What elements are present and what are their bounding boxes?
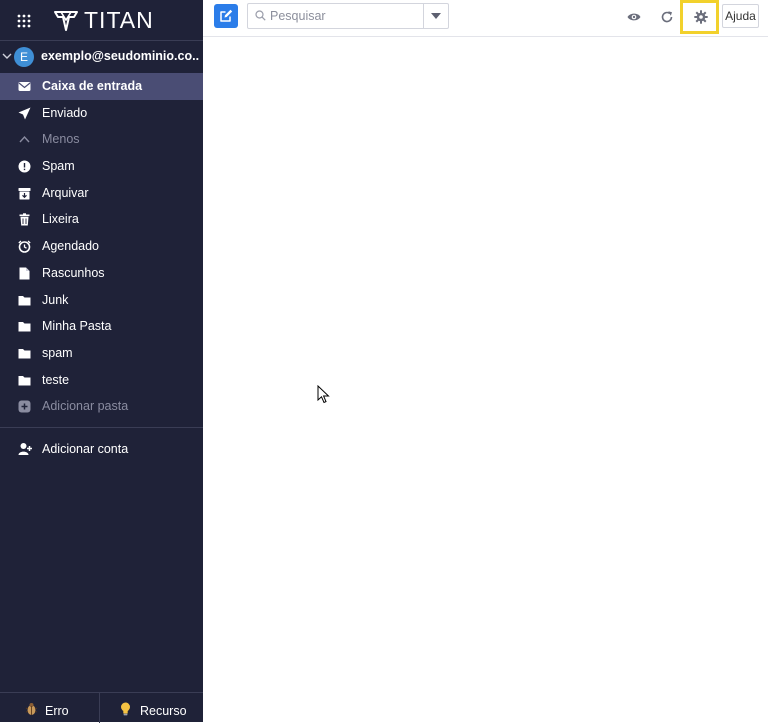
- divider: [0, 40, 203, 41]
- trash-icon: [19, 213, 30, 226]
- avatar: E: [14, 47, 34, 67]
- chevron-up-icon: [19, 136, 30, 143]
- alert-circle-icon: [18, 160, 31, 173]
- folder-archive[interactable]: Arquivar: [0, 180, 203, 207]
- add-folder-icon: [18, 400, 31, 413]
- folder-label: Rascunhos: [42, 265, 105, 280]
- refresh-icon[interactable]: [660, 10, 674, 24]
- send-icon: [18, 107, 31, 120]
- folder-label: spam: [42, 345, 73, 360]
- folder-label: Menos: [42, 132, 80, 147]
- folder-label: teste: [42, 372, 70, 387]
- folder-label: Junk: [42, 292, 69, 307]
- folder-toggle-less[interactable]: Menos: [0, 126, 203, 153]
- folder-label: Enviado: [42, 105, 88, 120]
- folder-icon: [18, 295, 31, 305]
- compose-button[interactable]: [214, 4, 238, 28]
- lightbulb-icon: [121, 702, 130, 716]
- mail-content-area: [203, 37, 768, 722]
- folder-scheduled[interactable]: Agendado: [0, 233, 203, 260]
- report-bug-button[interactable]: Erro: [0, 693, 100, 723]
- folder-icon: [18, 322, 31, 332]
- folder-label: Lixeira: [42, 212, 79, 227]
- add-user-icon: [18, 443, 32, 455]
- feature-request-button[interactable]: Recurso: [100, 693, 203, 723]
- folder-label: Arquivar: [42, 185, 89, 200]
- search-box: [247, 3, 449, 29]
- sidebar-footer: Erro Recurso: [0, 692, 203, 723]
- folder-icon: [18, 348, 31, 359]
- folder-label: Caixa de entrada: [42, 79, 143, 93]
- help-button[interactable]: Ajuda: [722, 4, 759, 28]
- clock-icon: [18, 240, 31, 253]
- draft-icon: [19, 267, 30, 280]
- bug-icon: [25, 703, 38, 715]
- account-switcher[interactable]: E exemplo@seudominio.co...: [0, 45, 203, 69]
- folder-icon: [18, 375, 31, 386]
- compose-icon: [220, 9, 233, 22]
- gear-icon[interactable]: [694, 10, 708, 24]
- sidebar: TITAN E exemplo@seudominio.co... Caixa d…: [0, 0, 203, 723]
- folder-inbox[interactable]: Caixa de entrada: [0, 73, 203, 100]
- mouse-cursor-icon: [317, 385, 330, 404]
- add-account-button[interactable]: Adicionar conta: [0, 436, 203, 462]
- folder-label: Spam: [42, 159, 75, 174]
- titan-logo-icon: [54, 11, 78, 31]
- chevron-down-icon[interactable]: [431, 13, 441, 19]
- account-email: exemplo@seudominio.co...: [41, 49, 199, 63]
- brand-header: TITAN: [0, 0, 203, 40]
- feature-request-label: Recurso: [140, 704, 187, 718]
- search-icon: [255, 10, 266, 21]
- folder-trash[interactable]: Lixeira: [0, 206, 203, 233]
- folder-teste[interactable]: teste: [0, 367, 203, 394]
- divider: [0, 427, 203, 428]
- search-input[interactable]: [268, 6, 422, 26]
- archive-icon: [18, 187, 31, 200]
- folder-label: Minha Pasta: [42, 319, 112, 334]
- brand-logo-text: TITAN: [84, 7, 154, 33]
- inbox-icon: [18, 82, 31, 91]
- app-grid-icon[interactable]: [17, 14, 31, 28]
- folder-sent[interactable]: Enviado: [0, 100, 203, 127]
- folder-list: Caixa de entrada Enviado Menos Spam Arqu…: [0, 73, 203, 420]
- search-divider: [423, 4, 424, 28]
- top-toolbar: Ajuda: [203, 0, 768, 37]
- folder-minha-pasta[interactable]: Minha Pasta: [0, 313, 203, 340]
- add-account-label: Adicionar conta: [42, 442, 129, 456]
- folder-label: Agendado: [42, 239, 100, 254]
- report-bug-label: Erro: [45, 704, 69, 718]
- add-folder-button[interactable]: Adicionar pasta: [0, 393, 203, 420]
- folder-spam[interactable]: Spam: [0, 153, 203, 180]
- folder-junk[interactable]: Junk: [0, 287, 203, 314]
- folder-drafts[interactable]: Rascunhos: [0, 260, 203, 287]
- folder-spam-custom[interactable]: spam: [0, 340, 203, 367]
- eye-icon[interactable]: [627, 10, 641, 24]
- folder-label: Adicionar pasta: [42, 399, 129, 414]
- chevron-down-icon: [2, 53, 12, 59]
